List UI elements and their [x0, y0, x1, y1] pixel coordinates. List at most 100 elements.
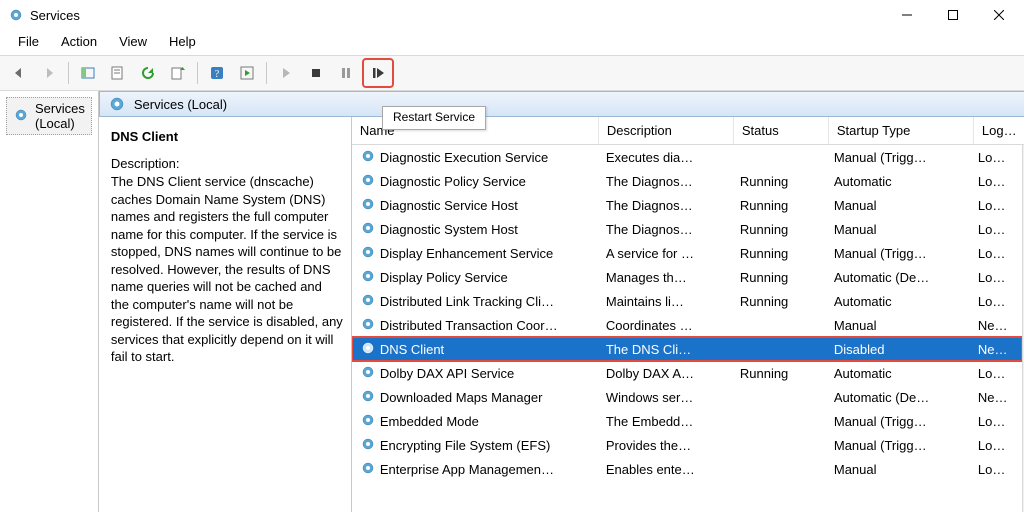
show-hide-tree-button[interactable]: [74, 60, 102, 86]
description-label: Description:: [111, 156, 343, 171]
service-logon: Lo…: [970, 174, 1022, 189]
gear-icon: [360, 316, 376, 335]
pane-header-title: Services (Local): [134, 97, 227, 112]
col-startup[interactable]: Startup Type: [829, 117, 974, 144]
table-row[interactable]: Diagnostic System Host The Diagnos…Runnin…: [352, 217, 1022, 241]
selected-service-name: DNS Client: [111, 129, 343, 144]
table-row[interactable]: Diagnostic Service HostThe Diagnos…Runni…: [352, 193, 1022, 217]
service-startup: Manual: [826, 222, 970, 237]
gear-icon: [360, 268, 376, 287]
col-description[interactable]: Description: [599, 117, 734, 144]
table-row[interactable]: Embedded Mode The Embedd… Manual (Trigg…Lo…: [352, 409, 1022, 433]
service-desc: The Diagnos…: [598, 174, 732, 189]
service-startup: Automatic: [826, 366, 970, 381]
service-name: Downloaded Maps Manager: [380, 390, 543, 405]
service-status: Running: [732, 270, 826, 285]
table-row[interactable]: Enterprise App Managemen…Enables ente…Ma…: [352, 457, 1022, 481]
service-startup: Manual (Trigg…: [826, 246, 970, 261]
service-name: Embedded Mode: [380, 414, 479, 429]
refresh-button[interactable]: [134, 60, 162, 86]
col-status[interactable]: Status: [734, 117, 829, 144]
service-logon: Lo…: [970, 246, 1022, 261]
restart-tooltip: Restart Service: [382, 106, 486, 130]
service-startup: Disabled: [826, 342, 970, 357]
body: Services (Local) Services (Local) DNS Cl…: [0, 91, 1024, 512]
service-startup: Automatic: [826, 294, 970, 309]
help-button[interactable]: ?: [203, 60, 231, 86]
service-rows: Diagnostic Execution Service Executes dia…: [352, 145, 1022, 512]
service-startup: Manual: [826, 318, 970, 333]
window-title: Services: [30, 8, 80, 23]
service-startup: Manual (Trigg…: [826, 414, 970, 429]
menu-view[interactable]: View: [109, 32, 157, 51]
service-logon: Lo…: [970, 198, 1022, 213]
service-name: Distributed Link Tracking Cli…: [380, 294, 554, 309]
action-button[interactable]: [233, 60, 261, 86]
service-logon: Lo…: [970, 414, 1022, 429]
service-desc: Executes dia…: [598, 150, 732, 165]
service-name: Distributed Transaction Coor…: [380, 318, 558, 333]
pause-service-button[interactable]: [332, 60, 360, 86]
gear-icon: [360, 220, 376, 239]
maximize-button[interactable]: [930, 0, 976, 30]
table-row[interactable]: Display Policy ServiceManages th…Running…: [352, 265, 1022, 289]
col-logon[interactable]: Log On As: [974, 117, 1024, 144]
table-row[interactable]: Distributed Link Tracking Cli… Maintains …: [352, 289, 1022, 313]
gear-icon: [360, 388, 376, 407]
service-status: Running: [732, 222, 826, 237]
back-button[interactable]: [5, 60, 33, 86]
service-status: Running: [732, 174, 826, 189]
service-desc: Manages th…: [598, 270, 732, 285]
table-row[interactable]: Downloaded Maps ManagerWindows ser…Autom…: [352, 385, 1022, 409]
service-logon: Lo…: [970, 222, 1022, 237]
pane-header: Services (Local): [99, 91, 1024, 117]
table-row[interactable]: Diagnostic Policy Service The Diagnos…Run…: [352, 169, 1022, 193]
service-status: Running: [732, 198, 826, 213]
properties-button[interactable]: [104, 60, 132, 86]
service-desc: Dolby DAX A…: [598, 366, 732, 381]
service-desc: Maintains li…: [598, 294, 732, 309]
service-startup: Manual: [826, 462, 970, 477]
forward-button[interactable]: [35, 60, 63, 86]
titlebar: Services: [0, 0, 1024, 30]
table-row[interactable]: Diagnostic Execution Service Executes dia…: [352, 145, 1022, 169]
console-tree: Services (Local): [0, 91, 99, 512]
service-name: Diagnostic Execution Service: [380, 150, 548, 165]
service-logon: Lo…: [970, 150, 1022, 165]
table-row[interactable]: DNS ClientThe DNS Cli…DisabledNe…: [352, 337, 1022, 361]
service-status: Running: [732, 366, 826, 381]
service-desc: The Diagnos…: [598, 222, 732, 237]
service-desc: Windows ser…: [598, 390, 732, 405]
table-row[interactable]: Encrypting File System (EFS)Provides the…: [352, 433, 1022, 457]
right-pane: Services (Local) DNS Client Description:…: [98, 91, 1024, 512]
toolbar: ?: [0, 55, 1024, 91]
menu-action[interactable]: Action: [51, 32, 107, 51]
tree-item-services-local[interactable]: Services (Local): [6, 97, 92, 135]
menu-help[interactable]: Help: [159, 32, 206, 51]
gear-icon: [360, 436, 376, 455]
tree-item-label: Services (Local): [35, 101, 85, 131]
service-logon: Lo…: [970, 438, 1022, 453]
service-name: Diagnostic Service Host: [380, 198, 518, 213]
service-name: Diagnostic Policy Service: [380, 174, 526, 189]
minimize-button[interactable]: [884, 0, 930, 30]
service-desc: The Embedd…: [598, 414, 732, 429]
stop-service-button[interactable]: [302, 60, 330, 86]
table-row[interactable]: Dolby DAX API ServiceDolby DAX A…Running…: [352, 361, 1022, 385]
service-name: Diagnostic System Host: [380, 222, 518, 237]
svg-text:?: ?: [215, 69, 220, 80]
service-name: DNS Client: [380, 342, 444, 357]
restart-service-button[interactable]: [362, 58, 394, 88]
gear-icon: [360, 460, 376, 479]
gear-icon: [360, 412, 376, 431]
service-name: Display Enhancement Service: [380, 246, 553, 261]
gear-icon: [360, 364, 376, 383]
table-row[interactable]: Display Enhancement ServiceA service for…: [352, 241, 1022, 265]
start-service-button[interactable]: [272, 60, 300, 86]
export-list-button[interactable]: [164, 60, 192, 86]
gear-icon: [360, 292, 376, 311]
service-status: Running: [732, 246, 826, 261]
close-button[interactable]: [976, 0, 1022, 30]
menu-file[interactable]: File: [8, 32, 49, 51]
table-row[interactable]: Distributed Transaction Coor…Coordinates…: [352, 313, 1022, 337]
